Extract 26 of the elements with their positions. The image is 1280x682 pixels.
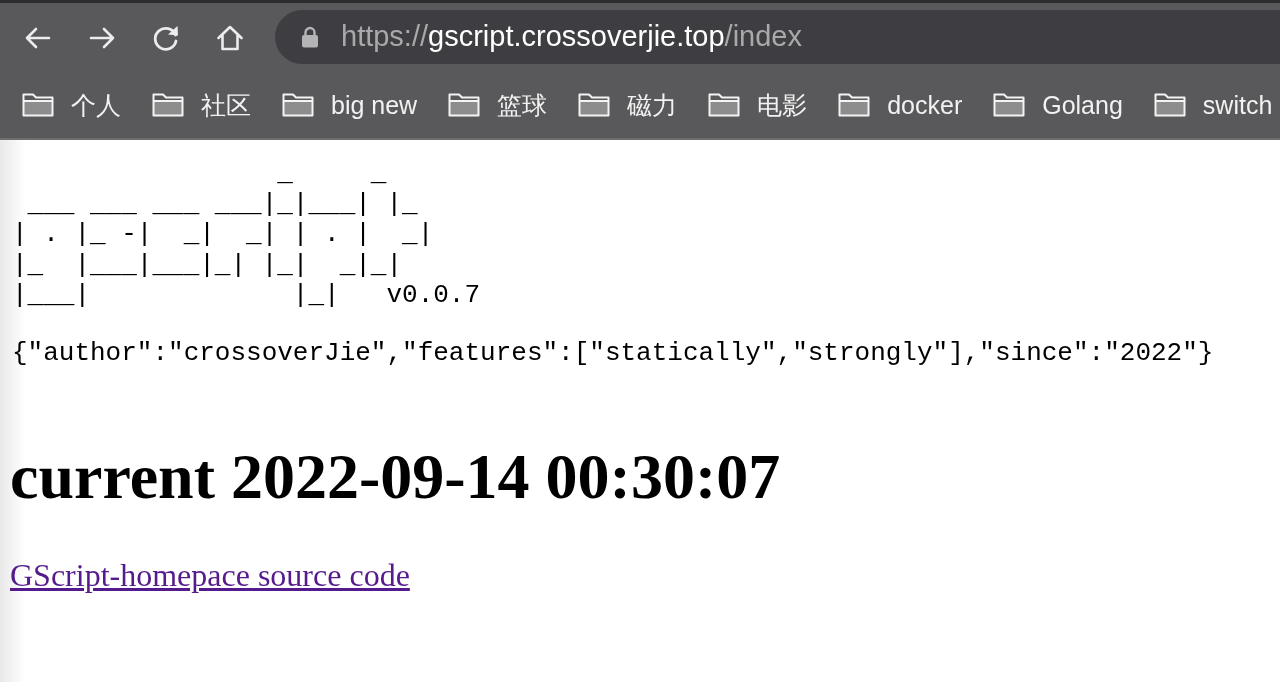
folder-icon	[448, 93, 481, 117]
bookmark-item[interactable]: docker	[838, 90, 963, 120]
folder-icon	[152, 93, 184, 117]
ascii-art-text: _ _ ___ ___ ___ ___|_|___| |_ | . |_ -| _| _| | . | _| |_ |___|___|_| |_| _|_| |___| |_| v0.0.7	[12, 158, 481, 311]
house-icon[interactable]	[216, 23, 244, 52]
folder-icon	[22, 93, 54, 117]
bookmark-item[interactable]: 磁力	[578, 88, 678, 122]
bookmark-item[interactable]: 社区	[152, 88, 251, 122]
folder-icon	[282, 93, 314, 117]
address-bar[interactable]: https://gscript.crossoverjie.top/index	[275, 9, 1280, 64]
bookmark-item[interactable]: 篮球	[448, 88, 548, 122]
bookmark-item[interactable]: switch	[1153, 90, 1273, 120]
circular-arrow-icon[interactable]	[152, 23, 180, 52]
bookmark-item[interactable]: Golang	[993, 90, 1123, 120]
bookmark-item[interactable]: big new	[282, 90, 418, 120]
folder-icon	[578, 93, 611, 117]
lock-icon	[301, 25, 319, 48]
json-info-text: {"author":"crossoverJie","features":["statically","strongly"],"since":"2022"}	[12, 337, 1214, 368]
folder-icon	[838, 93, 871, 117]
source-code-link[interactable]: GScript-homepace source code	[10, 556, 410, 594]
folder-icon	[708, 93, 741, 117]
bookmark-item[interactable]: 电影	[708, 88, 808, 122]
bookmark-item[interactable]: 个人	[22, 88, 121, 122]
current-time-heading: current 2022-09-14 00:30:07	[10, 439, 781, 514]
folder-icon	[1153, 93, 1186, 117]
folder-icon	[993, 93, 1026, 117]
